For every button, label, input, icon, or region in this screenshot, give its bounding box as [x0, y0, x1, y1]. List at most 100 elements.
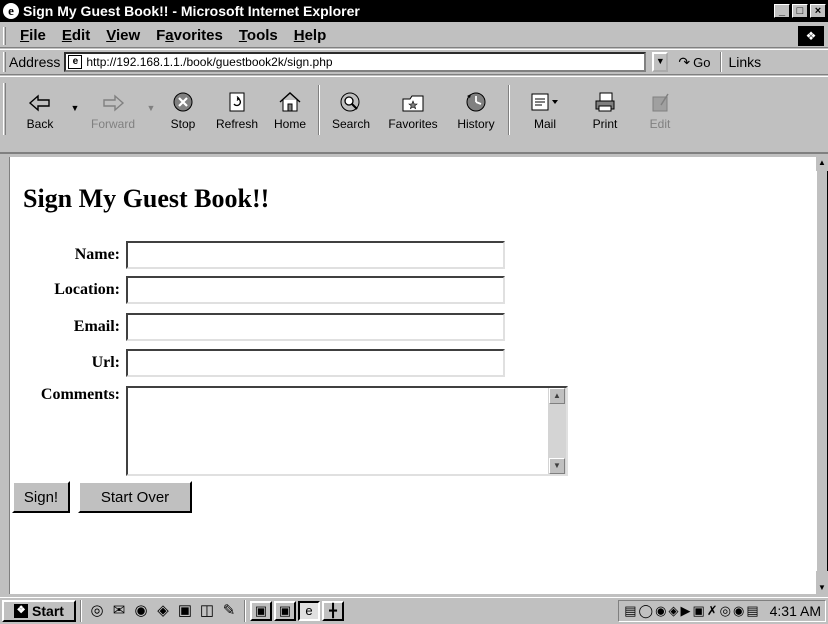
- toolbar-separator: [318, 85, 320, 135]
- task-window-2-icon[interactable]: ▣: [274, 601, 296, 621]
- refresh-icon: [227, 83, 247, 113]
- address-label: Address: [9, 54, 61, 70]
- go-button[interactable]: ↷ Go: [678, 54, 710, 71]
- comments-label: Comments:: [40, 386, 120, 403]
- internet-explorer-icon[interactable]: e: [3, 3, 19, 19]
- quicklaunch-media-icon[interactable]: ◈: [152, 601, 174, 621]
- email-label: Email:: [73, 318, 120, 335]
- system-tray: ▤ ◯ ◉ ◈ ▶ ▣ ✗ ◎ ◉ ▤ 4:31 AM: [618, 600, 826, 622]
- stop-button[interactable]: Stop: [158, 83, 208, 143]
- edit-button[interactable]: Edit: [634, 83, 686, 143]
- go-label: Go: [693, 54, 711, 70]
- task-ie-window-icon[interactable]: e: [298, 601, 320, 621]
- back-dropdown-button[interactable]: ▼: [68, 83, 82, 143]
- name-input[interactable]: [126, 241, 505, 269]
- quicklaunch-outlook-icon[interactable]: ✉: [108, 601, 130, 621]
- forward-dropdown-button[interactable]: ▼: [144, 83, 158, 143]
- back-button[interactable]: Back: [12, 83, 68, 143]
- refresh-button[interactable]: Refresh: [208, 83, 266, 143]
- location-input[interactable]: [126, 276, 505, 304]
- tray-icon[interactable]: ◉: [733, 603, 744, 619]
- page-scrollbar[interactable]: ▲ ▼: [816, 157, 828, 594]
- taskbar: ❖ Start ◎ ✉ ◉ ◈ ▣ ◫ ✎ ▣ ▣ e ╋ ▤ ◯ ◉ ◈ ▶ …: [0, 597, 828, 624]
- mail-icon: [530, 83, 560, 113]
- edit-icon: [649, 83, 671, 113]
- tray-icon[interactable]: ✗: [707, 603, 718, 619]
- comments-textarea[interactable]: ▲ ▼: [126, 386, 568, 476]
- back-arrow-icon: [28, 83, 52, 113]
- mail-label: Mail: [533, 117, 556, 131]
- menu-file[interactable]: File: [12, 27, 54, 44]
- links-button[interactable]: Links: [728, 54, 761, 70]
- email-input[interactable]: [126, 313, 505, 341]
- url-row: Url:: [10, 349, 505, 377]
- name-row: Name:: [10, 241, 505, 269]
- start-label: Start: [32, 603, 64, 619]
- start-over-button[interactable]: Start Over: [78, 481, 192, 513]
- menu-edit[interactable]: Edit: [54, 27, 98, 44]
- toolbar-separator: [508, 85, 510, 135]
- minimize-button[interactable]: _: [774, 4, 790, 18]
- menu-view[interactable]: View: [98, 27, 148, 44]
- quicklaunch-ie-icon[interactable]: ◎: [86, 601, 108, 621]
- quicklaunch-edit-icon[interactable]: ✎: [218, 601, 240, 621]
- scroll-down-arrow-icon[interactable]: ▼: [549, 458, 565, 474]
- back-label: Back: [26, 117, 54, 131]
- menu-help[interactable]: Help: [286, 27, 335, 44]
- home-button[interactable]: Home: [266, 83, 314, 143]
- quicklaunch-desktop-icon[interactable]: ▣: [174, 601, 196, 621]
- page-scroll-up-icon[interactable]: ▲: [816, 157, 828, 169]
- menu-favorites[interactable]: Favorites: [148, 27, 231, 44]
- address-url: http://192.168.1.1./book/guestbook2k/sig…: [86, 55, 333, 69]
- page-scroll-down-icon[interactable]: ▼: [816, 582, 828, 594]
- menubar-grip[interactable]: [3, 26, 6, 45]
- tray-icon[interactable]: ▤: [624, 603, 636, 619]
- task-tool-icon[interactable]: ╋: [322, 601, 344, 621]
- tray-icon[interactable]: ▤: [746, 603, 758, 619]
- location-row: Location:: [10, 276, 505, 304]
- address-dropdown-button[interactable]: ▼: [652, 52, 669, 72]
- menu-tools[interactable]: Tools: [231, 27, 286, 44]
- tray-icon[interactable]: ◈: [668, 603, 678, 619]
- mail-button[interactable]: Mail: [514, 83, 576, 143]
- sign-button[interactable]: Sign!: [12, 481, 70, 513]
- url-label: Url:: [91, 354, 120, 371]
- close-button[interactable]: ×: [810, 4, 826, 18]
- home-icon: [278, 83, 302, 113]
- quicklaunch-folder-icon[interactable]: ◫: [196, 601, 218, 621]
- comments-row: Comments: ▲ ▼: [10, 386, 568, 476]
- history-icon: [464, 83, 488, 113]
- search-button[interactable]: Search: [324, 83, 378, 143]
- print-button[interactable]: Print: [576, 83, 634, 143]
- tray-icon[interactable]: ◉: [655, 603, 666, 619]
- quicklaunch-messenger-icon[interactable]: ◉: [130, 601, 152, 621]
- print-icon: [593, 83, 617, 113]
- page-scroll-thumb[interactable]: [816, 171, 828, 571]
- url-input[interactable]: [126, 349, 505, 377]
- task-window-1-icon[interactable]: ▣: [250, 601, 272, 621]
- page-content: Sign My Guest Book!! Name: Location: Ema…: [10, 157, 816, 594]
- history-button[interactable]: History: [448, 83, 504, 143]
- taskbar-clock[interactable]: 4:31 AM: [770, 603, 821, 619]
- scroll-up-arrow-icon[interactable]: ▲: [549, 388, 565, 404]
- favorites-button[interactable]: Favorites: [378, 83, 448, 143]
- favorites-icon: [401, 83, 425, 113]
- tray-icon[interactable]: ◯: [639, 603, 654, 619]
- forward-label: Forward: [90, 117, 135, 131]
- address-input[interactable]: e http://192.168.1.1./book/guestbook2k/s…: [64, 52, 647, 72]
- comments-scrollbar[interactable]: ▲ ▼: [548, 388, 566, 474]
- frame-left-edge: [0, 157, 10, 594]
- tray-icon[interactable]: ▣: [692, 603, 704, 619]
- print-label: Print: [592, 117, 618, 131]
- go-arrow-icon: ↷: [678, 53, 691, 70]
- start-button[interactable]: ❖ Start: [2, 600, 76, 622]
- name-label: Name:: [74, 246, 120, 263]
- tray-icon[interactable]: ◎: [720, 603, 731, 619]
- maximize-button[interactable]: □: [792, 4, 808, 18]
- address-separator: [720, 52, 723, 72]
- toolbar-grip[interactable]: [3, 83, 6, 135]
- browser-window: e Sign My Guest Book!! - Microsoft Inter…: [0, 0, 828, 624]
- addressbar-grip[interactable]: [3, 52, 6, 72]
- forward-button[interactable]: Forward: [82, 83, 144, 143]
- tray-icon[interactable]: ▶: [680, 603, 690, 619]
